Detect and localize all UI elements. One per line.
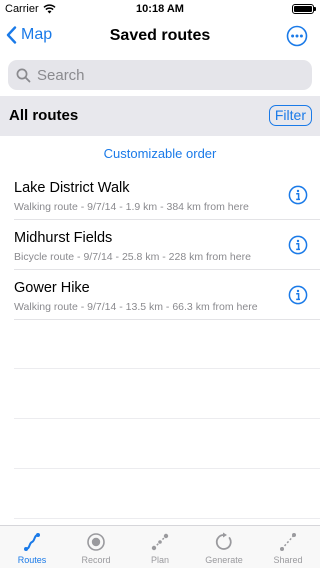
tab-shared[interactable]: Shared [256, 526, 320, 568]
empty-row-divider [14, 469, 320, 519]
info-icon[interactable] [288, 185, 308, 205]
status-time: 10:18 AM [136, 3, 184, 15]
tab-generate[interactable]: Generate [192, 526, 256, 568]
search-field[interactable] [8, 60, 312, 90]
customizable-order-link[interactable]: Customizable order [0, 146, 320, 161]
filter-button[interactable]: Filter [268, 105, 312, 126]
route-detail: Walking route - 9/7/14 - 13.5 km - 66.3 … [14, 301, 258, 313]
search-icon [16, 68, 31, 82]
section-title: All routes [9, 107, 79, 124]
tab-label: Plan [150, 555, 169, 565]
tab-record[interactable]: Record [64, 526, 128, 568]
section-header: All routes Filter [0, 96, 320, 136]
generate-loop-icon [215, 532, 232, 550]
tab-bar: Routes Record Plan Generate Shared [0, 525, 320, 568]
route-item[interactable]: Midhurst Fields Bicycle route - 9/7/14 -… [14, 220, 320, 270]
shared-route-icon [280, 533, 296, 551]
info-icon[interactable] [288, 235, 308, 255]
empty-row-divider [14, 369, 320, 419]
tab-label: Routes [17, 555, 47, 565]
chevron-left-icon [6, 26, 17, 44]
more-options-icon[interactable] [286, 25, 308, 47]
tab-label: Record [81, 555, 111, 565]
search-input[interactable] [37, 66, 297, 84]
status-bar: Carrier 10:18 AM [0, 0, 320, 18]
route-name: Lake District Walk [14, 180, 130, 196]
battery-icon [292, 4, 316, 14]
route-list: Lake District Walk Walking route - 9/7/1… [0, 170, 320, 320]
tab-plan[interactable]: Plan [128, 526, 192, 568]
navigation-bar: Map Saved routes [0, 18, 320, 56]
route-item[interactable]: Lake District Walk Walking route - 9/7/1… [14, 170, 320, 220]
route-name: Midhurst Fields [14, 230, 113, 246]
route-item[interactable]: Gower Hike Walking route - 9/7/14 - 13.5… [14, 270, 320, 320]
plan-route-icon [151, 533, 169, 551]
empty-row-divider [14, 419, 320, 469]
back-button[interactable]: Map [6, 26, 52, 44]
tab-label: Shared [273, 555, 303, 565]
battery-level [294, 6, 312, 12]
tab-routes[interactable]: Routes [0, 526, 64, 568]
route-path-icon [24, 533, 40, 551]
route-name: Gower Hike [14, 280, 90, 296]
search-bar [0, 56, 320, 96]
info-icon[interactable] [288, 285, 308, 305]
back-button-label: Map [21, 26, 53, 43]
route-detail: Walking route - 9/7/14 - 1.9 km - 384 km… [14, 201, 249, 213]
route-detail: Bicycle route - 9/7/14 - 25.8 km - 228 k… [14, 251, 251, 263]
record-icon [87, 533, 105, 551]
empty-list-area [14, 319, 320, 519]
tab-label: Generate [205, 555, 243, 565]
empty-row-divider [14, 319, 320, 369]
